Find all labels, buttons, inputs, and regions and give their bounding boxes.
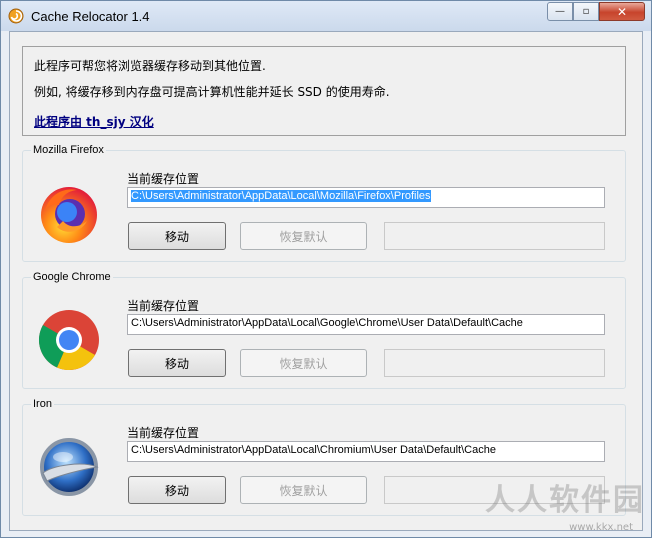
translator-credit-link[interactable]: 此程序由 th_sjy 汉化: [34, 113, 154, 130]
intro-text-line1: 此程序可帮您将浏览器缓存移动到其他位置.: [34, 59, 266, 73]
iron-cache-path-field[interactable]: C:\Users\Administrator\AppData\Local\Chr…: [127, 441, 605, 462]
close-button[interactable]: ✕: [599, 2, 645, 21]
chrome-move-button[interactable]: 移动: [128, 349, 226, 377]
chrome-restore-default-button[interactable]: 恢复默认: [240, 349, 367, 377]
maximize-button[interactable]: ▫: [573, 2, 599, 21]
current-location-label: 当前缓存位置: [127, 299, 200, 313]
chrome-group: Google Chrome 当前缓存位置 C:\Users\Administra…: [22, 271, 626, 389]
current-location-label: 当前缓存位置: [127, 172, 200, 186]
group-label-iron: Iron: [31, 398, 54, 410]
window-controls: — ▫ ✕: [547, 2, 645, 21]
intro-text-line2: 例如, 将缓存移到内存盘可提高计算机性能并延长 SSD 的使用寿命.: [34, 85, 390, 99]
chrome-logo-icon: [38, 310, 99, 371]
current-location-label: 当前缓存位置: [127, 426, 200, 440]
chrome-status-box: [384, 349, 605, 377]
iron-restore-default-button[interactable]: 恢复默认: [240, 476, 367, 504]
group-label-chrome: Google Chrome: [31, 271, 113, 283]
group-label-firefox: Mozilla Firefox: [31, 144, 106, 156]
firefox-restore-default-button[interactable]: 恢复默认: [240, 222, 367, 250]
title-bar[interactable]: Cache Relocator 1.4 — ▫ ✕: [1, 1, 651, 31]
minimize-button[interactable]: —: [547, 2, 573, 21]
firefox-logo-icon: [41, 187, 97, 243]
selected-path-text: C:\Users\Administrator\AppData\Local\Moz…: [131, 190, 431, 202]
firefox-move-button[interactable]: 移动: [128, 222, 226, 250]
app-window: Cache Relocator 1.4 — ▫ ✕ 此程序可帮您将浏览器缓存移动…: [0, 0, 652, 538]
intro-box: 此程序可帮您将浏览器缓存移动到其他位置. 例如, 将缓存移到内存盘可提高计算机性…: [22, 46, 626, 136]
chrome-cache-path-field[interactable]: C:\Users\Administrator\AppData\Local\Goo…: [127, 314, 605, 335]
app-icon: [8, 8, 24, 24]
iron-move-button[interactable]: 移动: [128, 476, 226, 504]
iron-logo-icon: [40, 438, 99, 496]
firefox-group: Mozilla Firefox 当前缓存位置 C:\Users\Administ…: [22, 144, 626, 262]
watermark-text: 人人软件园: [485, 483, 645, 518]
firefox-cache-path-field[interactable]: C:\Users\Administrator\AppData\Local\Moz…: [127, 187, 605, 208]
main-panel: 此程序可帮您将浏览器缓存移动到其他位置. 例如, 将缓存移到内存盘可提高计算机性…: [9, 31, 643, 531]
watermark-url: www.kkx.net: [569, 522, 633, 533]
firefox-status-box: [384, 222, 605, 250]
window-title: Cache Relocator 1.4: [31, 9, 150, 24]
